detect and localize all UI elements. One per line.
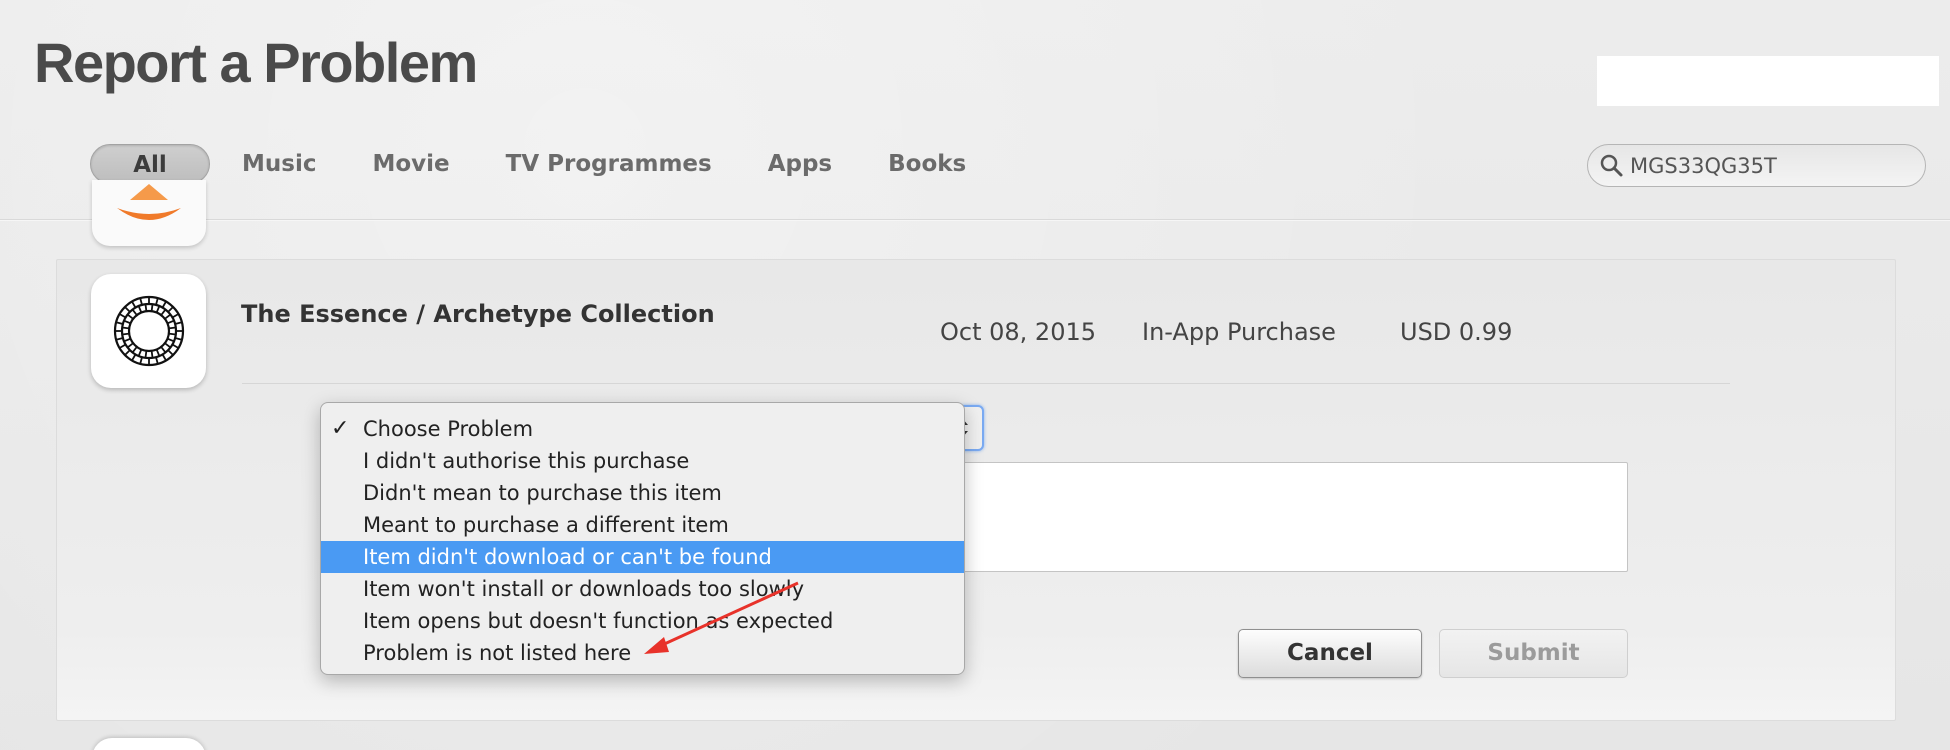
problem-description-textarea[interactable] (950, 462, 1628, 572)
cancel-button[interactable]: Cancel (1238, 629, 1422, 678)
item-price: USD 0.99 (1400, 318, 1513, 346)
tab-all[interactable]: All (90, 144, 210, 184)
blank-header-box (1597, 56, 1939, 106)
previous-item-icon[interactable] (92, 180, 206, 246)
next-item-icon[interactable] (92, 738, 206, 750)
tab-tv-programmes[interactable]: TV Programmes (506, 144, 712, 184)
tab-books[interactable]: Books (888, 144, 966, 184)
menu-item-not-authorised[interactable]: I didn't authorise this purchase (321, 445, 964, 477)
flame-app-icon (117, 184, 181, 220)
search-input[interactable]: MGS33QG35T (1630, 154, 1777, 178)
menu-item-didnt-mean-to-purchase[interactable]: Didn't mean to purchase this item (321, 477, 964, 509)
menu-item-different-item[interactable]: Meant to purchase a different item (321, 509, 964, 541)
problem-dropdown-menu: ✓ Choose Problem I didn't authorise this… (320, 402, 965, 675)
circular-lattice-icon (113, 295, 184, 367)
tab-movie[interactable]: Movie (372, 144, 449, 184)
item-divider (242, 383, 1730, 384)
page-title: Report a Problem (34, 31, 478, 94)
header-divider (0, 219, 1950, 221)
submit-button[interactable]: Submit (1439, 629, 1628, 678)
item-title: The Essence / Archetype Collection (241, 300, 715, 328)
menu-item-not-listed[interactable]: Problem is not listed here (321, 637, 964, 669)
menu-item-choose-problem[interactable]: ✓ Choose Problem (321, 413, 964, 445)
app-icon[interactable] (91, 274, 206, 388)
menu-item-doesnt-function[interactable]: Item opens but doesn't function as expec… (321, 605, 964, 637)
menu-item-wont-install[interactable]: Item won't install or downloads too slow… (321, 573, 964, 605)
search-icon (1600, 154, 1623, 176)
category-tabs: All Music Movie TV Programmes Apps Books (90, 143, 1022, 185)
item-date: Oct 08, 2015 (940, 318, 1096, 346)
search-field[interactable]: MGS33QG35T (1587, 144, 1926, 187)
checkmark-icon: ✓ (331, 416, 350, 441)
menu-item-didnt-download[interactable]: Item didn't download or can't be found (321, 541, 964, 573)
item-type: In-App Purchase (1142, 318, 1336, 346)
tab-apps[interactable]: Apps (768, 144, 832, 184)
tab-music[interactable]: Music (242, 144, 316, 184)
